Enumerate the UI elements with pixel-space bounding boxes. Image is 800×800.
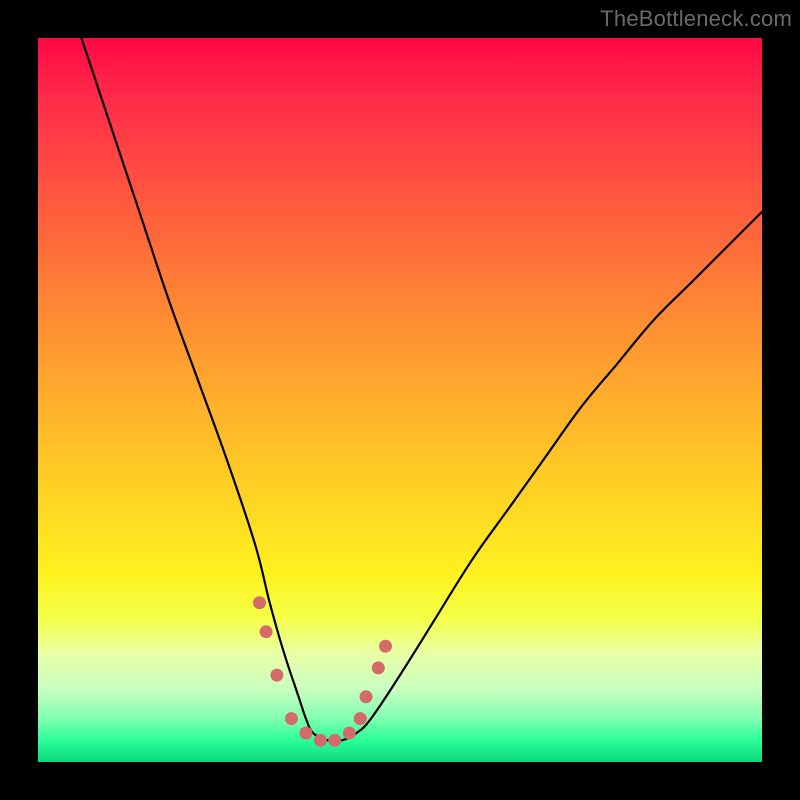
marker-dot xyxy=(285,712,298,725)
marker-dot xyxy=(260,625,273,638)
bottleneck-curve xyxy=(81,38,762,741)
chart-svg xyxy=(38,38,762,762)
marker-dot xyxy=(372,661,385,674)
plot-area xyxy=(38,38,762,762)
curve-layer xyxy=(81,38,762,741)
chart-frame: TheBottleneck.com xyxy=(0,0,800,800)
marker-dot xyxy=(360,690,373,703)
marker-dot xyxy=(253,596,266,609)
marker-dot xyxy=(299,727,312,740)
marker-dot xyxy=(270,669,283,682)
marker-dot xyxy=(354,712,367,725)
marker-dot xyxy=(343,727,356,740)
marker-dot xyxy=(314,734,327,747)
marker-dot xyxy=(328,734,341,747)
watermark-text: TheBottleneck.com xyxy=(600,6,792,32)
marker-dot xyxy=(379,640,392,653)
